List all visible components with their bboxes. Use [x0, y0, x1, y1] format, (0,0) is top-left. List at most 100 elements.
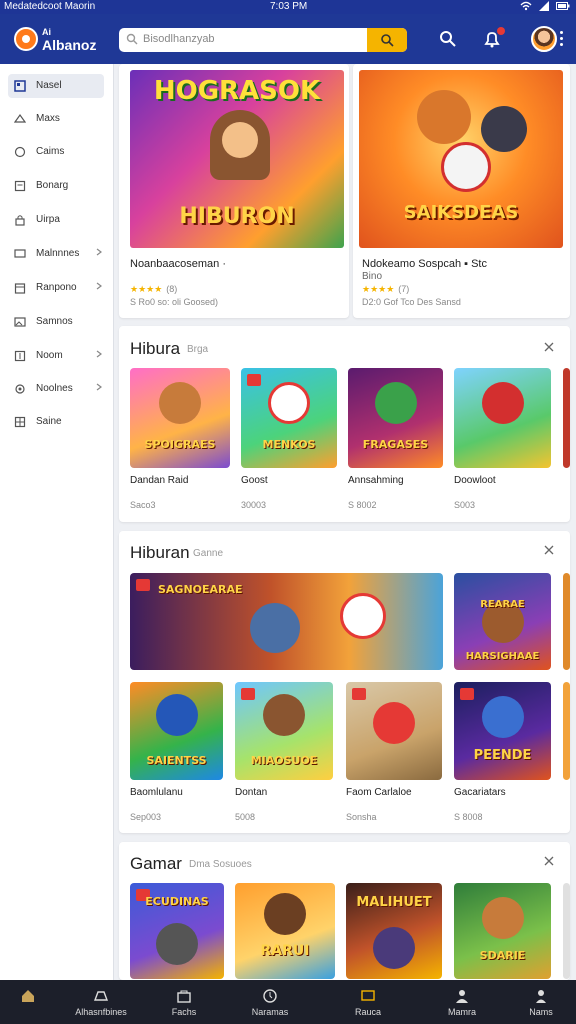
- game-tile[interactable]: ECUDINAS: [130, 883, 224, 979]
- calendar-icon: [14, 283, 26, 294]
- section-title: Gamar: [130, 854, 182, 873]
- game-tile[interactable]: SPOIGRAES: [130, 368, 230, 468]
- game-tile[interactable]: MALIHUET: [346, 883, 442, 979]
- nav-home[interactable]: [0, 980, 56, 1024]
- character-figure: [481, 897, 524, 939]
- game-tile-partial[interactable]: [563, 368, 570, 468]
- character-face: [222, 122, 258, 158]
- game-tile[interactable]: MENKOS: [241, 368, 337, 468]
- banner-tile[interactable]: SAGNOEARAE: [130, 573, 443, 670]
- search-field-icon: [126, 33, 138, 45]
- featured-image[interactable]: SAIKSDEAS: [359, 70, 563, 248]
- status-icons: [520, 1, 570, 11]
- sidebar-item-8[interactable]: Noom: [8, 344, 104, 368]
- hat-icon: [93, 991, 109, 1001]
- sidebar: Nasel Maxs Caims Bonarg Uirpa Malnnnes R…: [0, 64, 114, 980]
- avatar[interactable]: [531, 26, 557, 52]
- nav-item-4[interactable]: Rauca: [318, 980, 418, 1024]
- game-tile-partial[interactable]: [563, 573, 570, 670]
- character-figure: [481, 696, 524, 738]
- featured-image-caption: HIBURON: [179, 204, 295, 229]
- sidebar-item-9[interactable]: Noolnes: [8, 377, 104, 401]
- stars-value: ★★★★: [130, 284, 163, 294]
- sidebar-item-10[interactable]: Saine: [8, 410, 104, 434]
- game-tile[interactable]: SDARIE: [454, 883, 551, 979]
- clock-icon: [263, 989, 277, 1003]
- nav-item-1[interactable]: Alhasnfbines: [56, 980, 146, 1024]
- status-text: Medatedcoot Maorin: [4, 1, 96, 12]
- sidebar-item-label: Uirpa: [36, 214, 60, 225]
- chevron-right-icon: [96, 248, 102, 256]
- rating-count: (7): [398, 284, 410, 294]
- sidebar-item-0[interactable]: Nasel: [8, 74, 104, 98]
- sidebar-item-label: Noolnes: [36, 383, 73, 394]
- sidebar-item-4[interactable]: Uirpa: [8, 208, 104, 232]
- featured-image-caption: SAIKSDEAS: [403, 202, 519, 223]
- game-tile[interactable]: REARAE HARSIGHAAE: [454, 573, 551, 670]
- nav-item-2[interactable]: Fachs: [146, 980, 222, 1024]
- game-tile[interactable]: MIAOSUOE: [235, 682, 333, 780]
- tile-title: Dontan: [235, 787, 268, 798]
- more-menu-icon[interactable]: [560, 31, 566, 49]
- nav-item-3[interactable]: Naramas: [222, 980, 318, 1024]
- featured-card-1[interactable]: HOGRASOK HIBURON Noanbaacoseman · ★★★★ (8…: [119, 64, 349, 318]
- rating-count: (8): [166, 284, 178, 294]
- featured-image[interactable]: HOGRASOK HIBURON: [130, 70, 344, 248]
- sidebar-item-label: Samnos: [36, 316, 73, 327]
- game-tile[interactable]: PEENDE: [454, 682, 551, 780]
- clown-figure: [441, 142, 491, 192]
- section-hiburan: Hiburan Ganne SAGNOEARAE REARAE HARSIGHA…: [119, 531, 570, 833]
- character-figure: [155, 694, 198, 736]
- section-gamar: Gamar Dma Sosuoes ECUDINAS RARUI MALIHUE…: [119, 842, 570, 980]
- status-bar: Medatedcoot Maorin 7:03 PM: [0, 0, 576, 14]
- sidebar-item-3[interactable]: Bonarg: [8, 174, 104, 198]
- game-tile-partial[interactable]: [563, 682, 570, 780]
- game-tile[interactable]: [454, 368, 551, 468]
- search-input[interactable]: Bisodlhanzyab: [143, 33, 215, 45]
- sidebar-item-1[interactable]: Maxs: [8, 107, 104, 131]
- game-tile[interactable]: RARUI: [235, 883, 335, 979]
- tile-subtitle: S003: [454, 500, 476, 510]
- close-icon[interactable]: [544, 856, 554, 866]
- game-tile-partial[interactable]: [563, 883, 570, 979]
- nav-label: Alhasnfbines: [75, 1007, 127, 1017]
- close-icon[interactable]: [544, 545, 554, 555]
- bottom-nav: Alhasnfbines Fachs Naramas Rauca Mamra N…: [0, 980, 576, 1024]
- sidebar-item-2[interactable]: Caims: [8, 140, 104, 164]
- featured-title: Noanbaacoseman ·: [130, 258, 227, 270]
- featured-subtitle: Bino: [362, 271, 383, 282]
- badge-icon: [241, 688, 255, 700]
- nav-item-5[interactable]: Mamra: [418, 980, 506, 1024]
- character-figure: [373, 702, 415, 744]
- game-tile[interactable]: SAIENTSS: [130, 682, 223, 780]
- game-tile[interactable]: [346, 682, 442, 780]
- character-figure: [156, 923, 198, 965]
- notification-button[interactable]: [482, 27, 505, 49]
- section-subtitle: Ganne: [193, 548, 224, 559]
- sidebar-item-7[interactable]: Samnos: [8, 310, 104, 334]
- sidebar-item-6[interactable]: Ranpono: [8, 276, 104, 300]
- settings-icon: [15, 384, 25, 394]
- character-figure: [373, 927, 415, 969]
- gamepad-icon: [14, 80, 26, 92]
- signal-icon: [539, 1, 549, 11]
- game-tile[interactable]: FRAGASES: [348, 368, 443, 468]
- character-figure: [263, 694, 305, 736]
- nav-item-6[interactable]: Nams: [506, 980, 576, 1024]
- featured-card-2[interactable]: SAIKSDEAS Ndokeamo Sospcah ▪ Stc Bino ★★…: [353, 64, 570, 318]
- search-button[interactable]: [367, 28, 407, 52]
- notification-badge: [497, 27, 505, 35]
- chevron-right-icon: [96, 282, 102, 290]
- brand-logo-icon[interactable]: [14, 27, 38, 51]
- close-icon[interactable]: [544, 342, 554, 352]
- search-icon[interactable]: [438, 29, 458, 49]
- tile-title: Gacariatars: [454, 787, 506, 798]
- tile-caption: REARAE HARSIGHAAE: [465, 599, 540, 662]
- brand-name[interactable]: Ai Albanoz: [42, 26, 96, 52]
- sidebar-item-5[interactable]: Malnnnes: [8, 242, 104, 266]
- clown-figure: [268, 382, 310, 424]
- image-icon: [14, 317, 26, 327]
- banner-caption: SAGNOEARAE: [158, 583, 243, 596]
- character-figure: [264, 893, 306, 935]
- badge-icon: [247, 374, 261, 386]
